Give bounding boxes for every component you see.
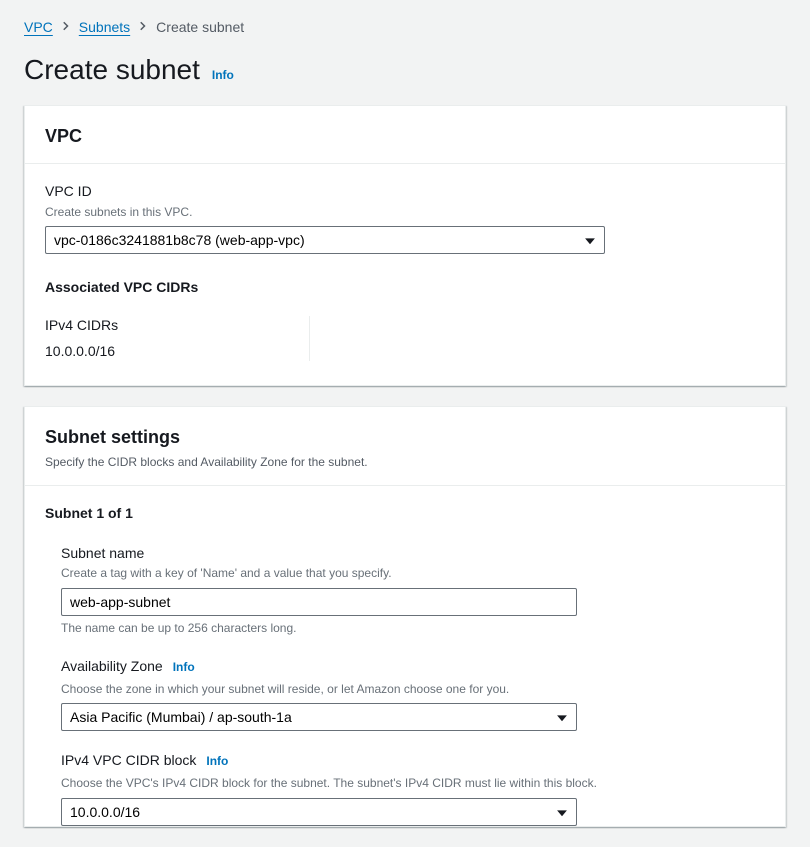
az-label: Availability Zone — [61, 657, 163, 677]
subnet-name-helper: The name can be up to 256 characters lon… — [61, 620, 749, 637]
subnet-name-desc: Create a tag with a key of 'Name' and a … — [61, 565, 749, 582]
ipv4-cidr-select[interactable]: 10.0.0.0/16 — [61, 798, 577, 826]
breadcrumb-subnets[interactable]: Subnets — [79, 18, 130, 38]
vpc-id-desc: Create subnets in this VPC. — [45, 204, 765, 221]
az-select[interactable]: Asia Pacific (Mumbai) / ap-south-1a — [61, 703, 577, 731]
vpc-id-select[interactable]: vpc-0186c3241881b8c78 (web-app-vpc) — [45, 226, 605, 254]
ipv4-cidrs-value: 10.0.0.0/16 — [45, 342, 289, 362]
subnet-name-label: Subnet name — [61, 544, 749, 564]
vpc-panel: VPC VPC ID Create subnets in this VPC. v… — [24, 105, 786, 386]
assoc-cidrs-title: Associated VPC CIDRs — [45, 278, 765, 298]
chevron-right-icon — [60, 18, 72, 38]
subnet-1-heading: Subnet 1 of 1 — [25, 486, 785, 524]
assoc-cidrs-block: IPv4 CIDRs 10.0.0.0/16 — [45, 316, 765, 361]
ipv4-cidr-desc: Choose the VPC's IPv4 CIDR block for the… — [61, 775, 749, 792]
ipv4-cidr-info-link[interactable]: Info — [206, 753, 228, 770]
subnet-panel-header: Subnet settings Specify the CIDR blocks … — [25, 407, 785, 486]
page-title: Create subnet — [24, 50, 200, 89]
subnet-panel-title: Subnet settings — [45, 425, 765, 450]
subnet-settings-panel: Subnet settings Specify the CIDR blocks … — [24, 406, 786, 827]
vpc-panel-header: VPC — [25, 106, 785, 164]
vpc-id-label: VPC ID — [45, 182, 765, 202]
breadcrumb-current: Create subnet — [156, 18, 244, 38]
vpc-id-select-value[interactable]: vpc-0186c3241881b8c78 (web-app-vpc) — [45, 226, 605, 254]
az-desc: Choose the zone in which your subnet wil… — [61, 681, 749, 698]
subnet-name-input[interactable] — [61, 588, 577, 616]
vpc-panel-title: VPC — [45, 124, 765, 149]
subnet-panel-subtitle: Specify the CIDR blocks and Availability… — [45, 454, 765, 471]
chevron-right-icon — [137, 18, 149, 38]
page-header: Create subnet Info — [24, 50, 786, 89]
az-info-link[interactable]: Info — [173, 659, 195, 676]
ipv4-cidr-label: IPv4 VPC CIDR block — [61, 751, 196, 771]
az-select-value[interactable]: Asia Pacific (Mumbai) / ap-south-1a — [61, 703, 577, 731]
breadcrumb-vpc[interactable]: VPC — [24, 18, 53, 38]
ipv4-cidr-select-value[interactable]: 10.0.0.0/16 — [61, 798, 577, 826]
ipv4-cidrs-label: IPv4 CIDRs — [45, 316, 289, 336]
breadcrumb: VPC Subnets Create subnet — [24, 18, 786, 38]
info-link[interactable]: Info — [212, 67, 234, 84]
